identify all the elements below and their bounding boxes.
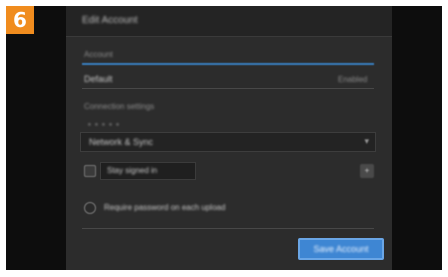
account-hint: Enabled xyxy=(338,75,368,84)
save-account-button-label: Save Account xyxy=(313,244,369,254)
dialog-titlebar: Edit Account xyxy=(66,6,392,37)
save-account-button[interactable]: Save Account xyxy=(298,238,384,260)
account-selection-highlight xyxy=(82,63,374,65)
connection-dropdown[interactable]: Network & Sync ▾ xyxy=(80,132,376,152)
screenshot-frame: Edit Account Account Default Enabled Con… xyxy=(6,6,442,270)
step-number-badge: 6 xyxy=(6,6,34,34)
dropdown-selected-value: Network & Sync xyxy=(89,137,154,147)
add-button[interactable]: + xyxy=(360,164,374,178)
require-password-label: Require password on each upload xyxy=(104,203,226,212)
dialog: Edit Account Account Default Enabled Con… xyxy=(66,6,392,270)
settings-label: Connection settings xyxy=(84,102,155,111)
stay-signed-in-field[interactable]: Stay signed in xyxy=(100,162,196,180)
require-password-radio[interactable] xyxy=(84,202,96,214)
section-divider xyxy=(82,88,374,89)
footer-divider xyxy=(82,228,374,229)
dialog-title: Edit Account xyxy=(82,15,138,26)
chevron-down-icon: ▾ xyxy=(364,136,369,146)
account-value[interactable]: Default xyxy=(84,74,113,84)
dropdown-caption: • • • • • xyxy=(88,120,120,129)
stay-signed-in-label: Stay signed in xyxy=(107,166,158,175)
account-label: Account xyxy=(84,50,113,59)
stay-signed-in-checkbox[interactable] xyxy=(84,165,96,177)
